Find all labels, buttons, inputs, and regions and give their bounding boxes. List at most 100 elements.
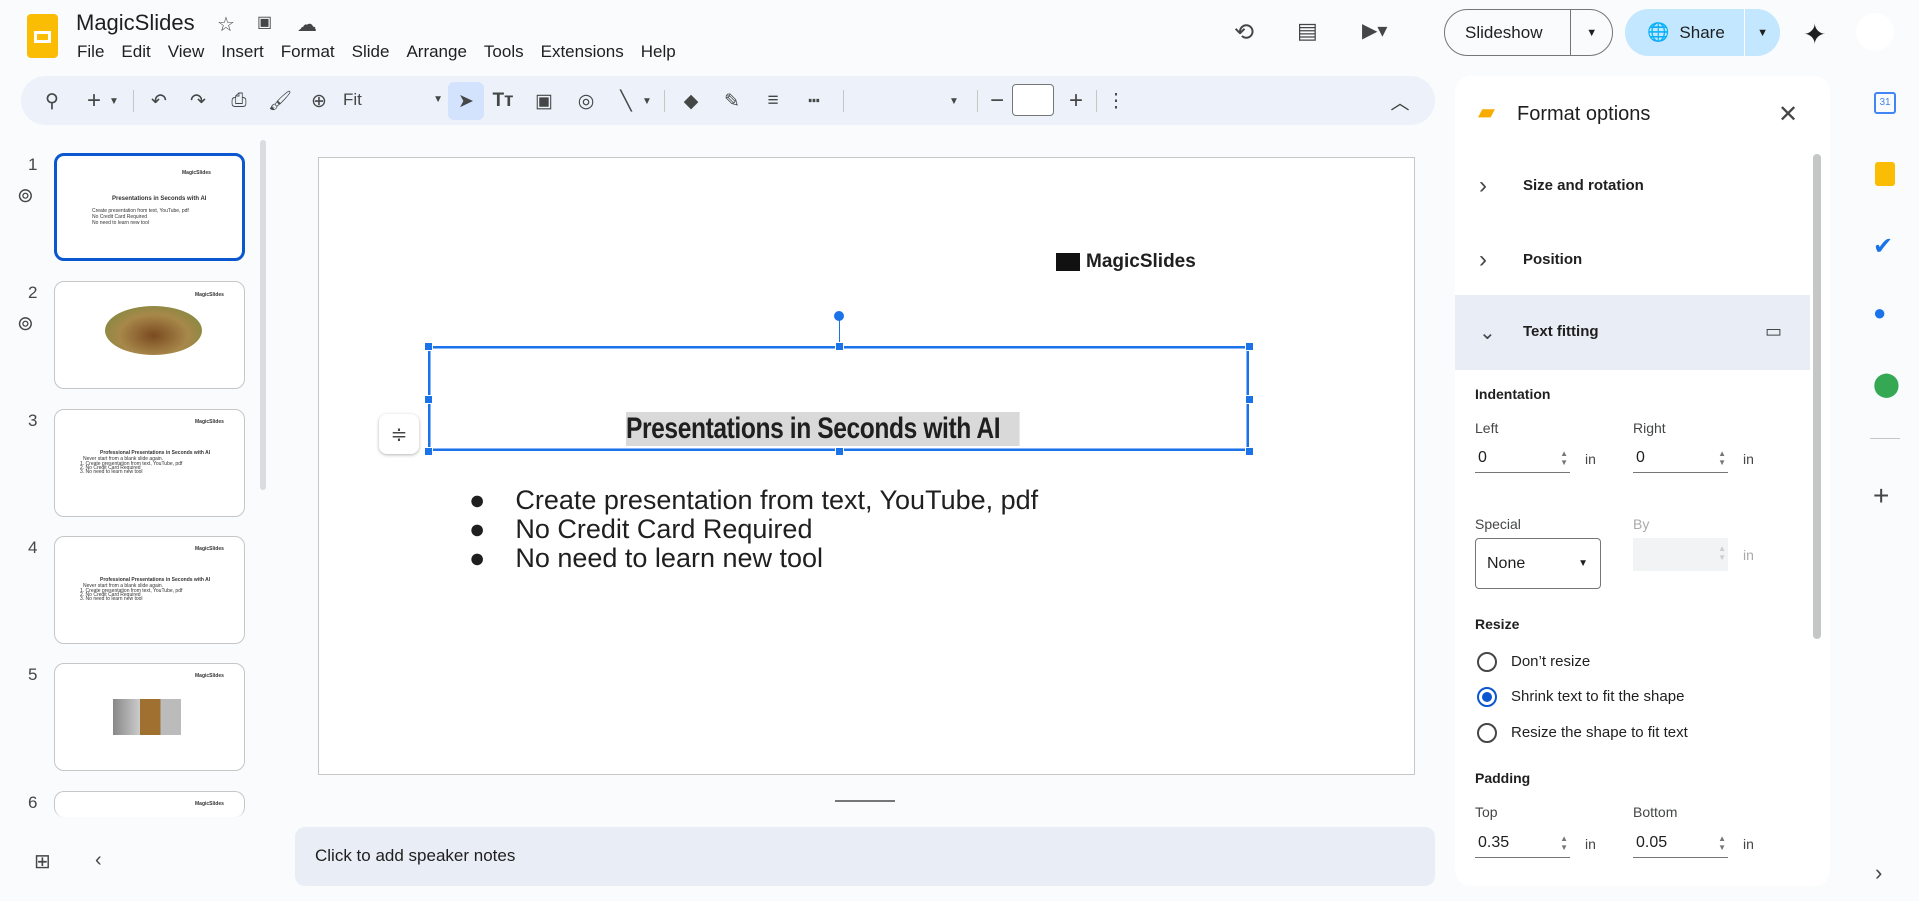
slides-logo[interactable] bbox=[27, 14, 58, 58]
slide-thumbnail-3[interactable]: MagicSlides Professional Presentations i… bbox=[54, 409, 245, 517]
resize-handle[interactable] bbox=[424, 342, 433, 351]
resize-handle[interactable] bbox=[1245, 342, 1254, 351]
menu-arrange[interactable]: Arrange bbox=[406, 42, 466, 62]
filmstrip-scrollbar[interactable] bbox=[260, 140, 266, 490]
linked-object-icon: ⊚ bbox=[17, 313, 34, 335]
bullet-item: ● No Credit Card Required bbox=[469, 514, 813, 544]
slideshow-dropdown-icon[interactable]: ▼ bbox=[1570, 10, 1612, 55]
slideshow-button[interactable]: Slideshow ▼ bbox=[1444, 9, 1613, 56]
resize-handle[interactable] bbox=[835, 447, 844, 456]
menu-file[interactable]: File bbox=[77, 42, 104, 62]
document-title[interactable]: MagicSlides bbox=[76, 10, 195, 36]
feedback-icon[interactable]: ▭ bbox=[1765, 321, 1782, 342]
collapse-toolbar-icon[interactable]: ︿ bbox=[1387, 88, 1413, 114]
close-icon[interactable]: ✕ bbox=[1778, 100, 1798, 129]
border-dash-icon[interactable]: ┅ bbox=[801, 88, 827, 114]
menu-slide[interactable]: Slide bbox=[352, 42, 390, 62]
line-dropdown-icon[interactable]: ▼ bbox=[634, 88, 660, 114]
menu-view[interactable]: View bbox=[168, 42, 205, 62]
font-size-input[interactable] bbox=[1012, 84, 1054, 116]
font-dropdown-icon[interactable]: ▼ bbox=[941, 88, 967, 114]
undo-icon[interactable]: ↶ bbox=[146, 88, 172, 114]
title-text-box[interactable]: Presentations in Seconds with AI bbox=[428, 346, 1249, 451]
section-size-rotation[interactable]: › Size and rotation bbox=[1455, 162, 1810, 208]
increase-font-size-icon[interactable]: + bbox=[1063, 87, 1089, 114]
resize-handle[interactable] bbox=[424, 395, 433, 404]
padding-top-input[interactable]: 0.35 ▲ ▼ bbox=[1475, 828, 1570, 858]
comments-icon[interactable]: ▤ bbox=[1297, 18, 1318, 44]
resize-handle[interactable] bbox=[424, 447, 433, 456]
slide-thumbnail-2[interactable]: MagicSlides bbox=[54, 281, 245, 389]
menu-help[interactable]: Help bbox=[641, 42, 676, 62]
gemini-icon[interactable]: ✦ bbox=[1803, 18, 1826, 51]
border-color-icon[interactable]: ✎ bbox=[719, 88, 745, 114]
menu-format[interactable]: Format bbox=[281, 42, 335, 62]
meet-icon[interactable]: ▶▾ bbox=[1362, 18, 1387, 43]
stepper-icon: ▲ ▼ bbox=[1718, 449, 1726, 467]
slide-thumbnail-1[interactable]: MagicSlides Presentations in Seconds wit… bbox=[54, 153, 245, 261]
maps-icon[interactable]: ⬤ bbox=[1873, 370, 1900, 399]
text-box-icon[interactable]: Tт bbox=[490, 88, 516, 114]
print-icon[interactable]: ⎙ bbox=[226, 88, 252, 114]
section-position[interactable]: › Position bbox=[1455, 236, 1810, 282]
resize-handle[interactable] bbox=[1245, 447, 1254, 456]
unit-label: in bbox=[1743, 836, 1754, 852]
resize-handle[interactable] bbox=[835, 342, 844, 351]
resize-handle[interactable] bbox=[1245, 395, 1254, 404]
section-text-fitting[interactable]: ⌄ Text fitting ▭ bbox=[1455, 295, 1810, 370]
new-slide-dropdown-icon[interactable]: ▼ bbox=[101, 88, 127, 114]
paint-format-icon[interactable]: 🖌 bbox=[267, 88, 293, 114]
text-fitting-icon[interactable]: ≑ bbox=[379, 414, 419, 454]
slide-title[interactable]: Presentations in Seconds with AI bbox=[626, 412, 1020, 446]
menu-bar: File Edit View Insert Format Slide Arran… bbox=[77, 42, 693, 62]
share-button[interactable]: 🌐 Share ▼ bbox=[1625, 9, 1780, 56]
tasks-icon[interactable]: ✔ bbox=[1873, 232, 1893, 261]
select-cursor-icon[interactable]: ➤ bbox=[448, 82, 484, 120]
star-icon[interactable]: ☆ bbox=[217, 12, 235, 37]
expand-sidebar-icon[interactable]: › bbox=[1875, 860, 1882, 886]
menu-insert[interactable]: Insert bbox=[221, 42, 264, 62]
search-menus-icon[interactable]: ⚲ bbox=[39, 88, 65, 114]
menu-extensions[interactable]: Extensions bbox=[541, 42, 624, 62]
bottom-label: Bottom bbox=[1633, 804, 1678, 820]
special-select[interactable]: None ▼ bbox=[1475, 538, 1601, 589]
speaker-notes[interactable]: Click to add speaker notes bbox=[295, 827, 1435, 886]
contacts-icon[interactable]: ● bbox=[1873, 300, 1886, 326]
fill-color-icon[interactable]: ◆ bbox=[678, 88, 704, 114]
redo-icon[interactable]: ↷ bbox=[185, 88, 211, 114]
zoom-icon[interactable]: ⊕ bbox=[306, 88, 332, 114]
move-folder-icon[interactable]: ▣ bbox=[257, 12, 272, 32]
keep-icon[interactable] bbox=[1875, 162, 1895, 186]
thumb-logo: MagicSlides bbox=[195, 546, 224, 552]
zoom-select[interactable]: Fit ▼ bbox=[343, 90, 443, 110]
menu-edit[interactable]: Edit bbox=[121, 42, 150, 62]
padding-bottom-input[interactable]: 0.05 ▲ ▼ bbox=[1633, 828, 1728, 858]
left-indent-input[interactable]: 0 ▲ ▼ bbox=[1475, 443, 1570, 473]
rotation-handle[interactable] bbox=[834, 311, 844, 321]
version-history-icon[interactable]: ⟲ bbox=[1234, 18, 1254, 47]
notes-resize-handle[interactable] bbox=[835, 800, 895, 802]
add-addon-icon[interactable]: + bbox=[1873, 480, 1889, 512]
image-icon[interactable]: ▣ bbox=[531, 88, 557, 114]
slide-canvas[interactable]: MagicSlides Presentations in Seconds wit… bbox=[318, 157, 1415, 775]
calendar-icon[interactable]: 31 bbox=[1874, 92, 1896, 114]
radio-resize-shape[interactable] bbox=[1477, 723, 1497, 743]
more-options-icon[interactable]: ⋮ bbox=[1103, 88, 1129, 114]
avatar[interactable] bbox=[1856, 13, 1894, 51]
slide-thumbnail-6[interactable]: MagicSlides bbox=[54, 791, 245, 817]
panel-scrollbar[interactable] bbox=[1813, 154, 1821, 639]
radio-shrink-text[interactable] bbox=[1477, 687, 1497, 707]
slide-thumbnail-4[interactable]: MagicSlides Professional Presentations i… bbox=[54, 536, 245, 644]
shape-icon[interactable]: ◎ bbox=[573, 88, 599, 114]
radio-dont-resize[interactable] bbox=[1477, 652, 1497, 672]
cloud-saved-icon[interactable]: ☁ bbox=[297, 12, 317, 37]
grid-view-icon[interactable]: ⊞ bbox=[34, 849, 51, 874]
collapse-filmstrip-icon[interactable]: ‹ bbox=[95, 849, 102, 872]
slide-thumbnail-5[interactable]: MagicSlides bbox=[54, 663, 245, 771]
right-indent-input[interactable]: 0 ▲ ▼ bbox=[1633, 443, 1728, 473]
border-weight-icon[interactable]: ≡ bbox=[760, 88, 786, 114]
decrease-font-size-icon[interactable]: − bbox=[984, 87, 1010, 114]
share-dropdown-icon[interactable]: ▼ bbox=[1744, 9, 1780, 56]
menu-tools[interactable]: Tools bbox=[484, 42, 524, 62]
bullet-list[interactable]: ● Create presentation from text, YouTube… bbox=[469, 486, 1038, 573]
